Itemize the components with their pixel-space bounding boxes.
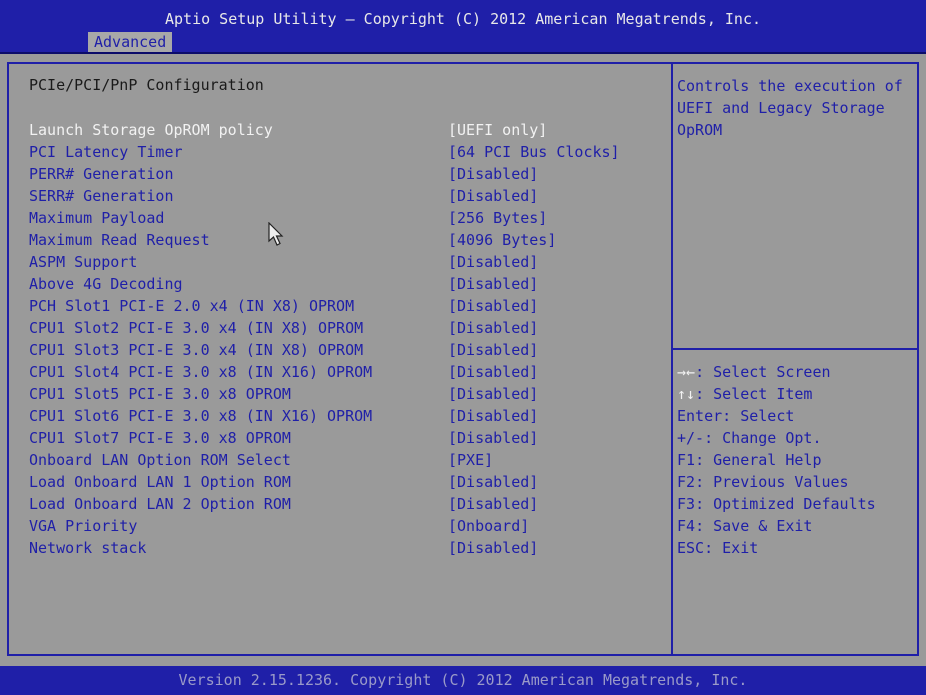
setting-label: CPU1 Slot5 PCI-E 3.0 x8 OPROM xyxy=(29,385,291,403)
setting-label: CPU1 Slot4 PCI-E 3.0 x8 (IN X16) OPROM xyxy=(29,363,373,381)
setting-cpu1-slot6-oprom[interactable]: CPU1 Slot6 PCI-E 3.0 x8 (IN X16) OPROM [… xyxy=(29,405,669,427)
help-text: Controls the execution of UEFI and Legac… xyxy=(677,77,903,139)
setting-label: VGA Priority xyxy=(29,517,138,535)
key-legend-item: +/-: Change Opt. xyxy=(677,427,876,449)
page-title: PCIe/PCI/PnP Configuration xyxy=(29,76,264,94)
key-name: ESC xyxy=(677,539,705,557)
key-description: : Previous Values xyxy=(695,473,849,491)
setting-label: Load Onboard LAN 2 Option ROM xyxy=(29,495,291,513)
key-description: : Save & Exit xyxy=(695,517,813,535)
setting-label: Maximum Read Request xyxy=(29,231,210,249)
setting-value[interactable]: [256 Bytes] xyxy=(448,207,547,229)
setting-value[interactable]: [Disabled] xyxy=(448,185,538,207)
setting-maximum-read-request[interactable]: Maximum Read Request [4096 Bytes] xyxy=(29,229,669,251)
setting-label: Launch Storage OpROM policy xyxy=(29,121,273,139)
arrows-up-down-icon: ↑↓ xyxy=(677,385,696,403)
setting-maximum-payload[interactable]: Maximum Payload [256 Bytes] xyxy=(29,207,669,229)
setting-load-onboard-lan2-option-rom[interactable]: Load Onboard LAN 2 Option ROM [Disabled] xyxy=(29,493,669,515)
setting-network-stack[interactable]: Network stack [Disabled] xyxy=(29,537,669,559)
setting-label: CPU1 Slot6 PCI-E 3.0 x8 (IN X16) OPROM xyxy=(29,407,373,425)
setting-value[interactable]: [Disabled] xyxy=(448,339,538,361)
setting-pch-slot1-oprom[interactable]: PCH Slot1 PCI-E 2.0 x4 (IN X8) OPROM [Di… xyxy=(29,295,669,317)
setting-label: PCH Slot1 PCI-E 2.0 x4 (IN X8) OPROM xyxy=(29,297,355,315)
setting-value[interactable]: [UEFI only] xyxy=(448,119,547,141)
setting-label: SERR# Generation xyxy=(29,187,174,205)
setting-cpu1-slot4-oprom[interactable]: CPU1 Slot4 PCI-E 3.0 x8 (IN X16) OPROM [… xyxy=(29,361,669,383)
setting-value[interactable]: [Disabled] xyxy=(448,383,538,405)
setting-value[interactable]: [Onboard] xyxy=(448,515,529,537)
key-name: F4 xyxy=(677,517,696,535)
key-description: : General Help xyxy=(695,451,822,469)
setting-load-onboard-lan1-option-rom[interactable]: Load Onboard LAN 1 Option ROM [Disabled] xyxy=(29,471,669,493)
setting-value[interactable]: [Disabled] xyxy=(448,427,538,449)
version-footer: Version 2.15.1236. Copyright (C) 2012 Am… xyxy=(0,666,926,695)
setting-aspm-support[interactable]: ASPM Support [Disabled] xyxy=(29,251,669,273)
key-description: : Optimized Defaults xyxy=(695,495,876,513)
setting-value[interactable]: [Disabled] xyxy=(448,471,538,493)
setting-value[interactable]: [Disabled] xyxy=(448,405,538,427)
key-description: : Exit xyxy=(704,539,759,557)
mouse-pointer-icon xyxy=(268,222,284,246)
setting-value[interactable]: [Disabled] xyxy=(448,295,538,317)
help-divider xyxy=(673,348,919,350)
setting-cpu1-slot7-oprom[interactable]: CPU1 Slot7 PCI-E 3.0 x8 OPROM [Disabled] xyxy=(29,427,669,449)
key-description: : Select xyxy=(722,407,795,425)
key-legend-item: ↑↓: Select Item xyxy=(677,383,876,405)
title-bar: Aptio Setup Utility – Copyright (C) 2012… xyxy=(0,0,926,54)
setting-pci-latency-timer[interactable]: PCI Latency Timer [64 PCI Bus Clocks] xyxy=(29,141,669,163)
setting-value[interactable]: [PXE] xyxy=(448,449,493,471)
tab-advanced[interactable]: Advanced xyxy=(88,32,173,52)
setting-value[interactable]: [Disabled] xyxy=(448,317,538,339)
setting-label: PERR# Generation xyxy=(29,165,174,183)
setting-onboard-lan-option-rom-select[interactable]: Onboard LAN Option ROM Select [PXE] xyxy=(29,449,669,471)
setting-serr-generation[interactable]: SERR# Generation [Disabled] xyxy=(29,185,669,207)
setting-value[interactable]: [Disabled] xyxy=(448,251,538,273)
setting-label: CPU1 Slot3 PCI-E 3.0 x4 (IN X8) OPROM xyxy=(29,341,364,359)
settings-list: Launch Storage OpROM policy [UEFI only] … xyxy=(29,119,669,559)
setting-label: Load Onboard LAN 1 Option ROM xyxy=(29,473,291,491)
key-name: F1 xyxy=(677,451,696,469)
key-description: : Select Item xyxy=(695,385,813,403)
setting-value[interactable]: [64 PCI Bus Clocks] xyxy=(448,141,620,163)
key-legend: →←: Select Screen ↑↓: Select Item Enter:… xyxy=(677,361,876,559)
setting-value[interactable]: [Disabled] xyxy=(448,361,538,383)
setting-value[interactable]: [Disabled] xyxy=(448,163,538,185)
key-name: F3 xyxy=(677,495,696,513)
setting-label: ASPM Support xyxy=(29,253,138,271)
key-name: F2 xyxy=(677,473,696,491)
setting-perr-generation[interactable]: PERR# Generation [Disabled] xyxy=(29,163,669,185)
setting-label: Network stack xyxy=(29,539,147,557)
setting-vga-priority[interactable]: VGA Priority [Onboard] xyxy=(29,515,669,537)
setting-value[interactable]: [Disabled] xyxy=(448,273,538,295)
setting-value[interactable]: [Disabled] xyxy=(448,537,538,559)
setting-label: Maximum Payload xyxy=(29,209,165,227)
panel-divider xyxy=(671,62,673,656)
setting-label: Onboard LAN Option ROM Select xyxy=(29,451,291,469)
key-description: : Change Opt. xyxy=(704,429,822,447)
setting-cpu1-slot5-oprom[interactable]: CPU1 Slot5 PCI-E 3.0 x8 OPROM [Disabled] xyxy=(29,383,669,405)
setting-label: CPU1 Slot2 PCI-E 3.0 x4 (IN X8) OPROM xyxy=(29,319,364,337)
key-name: +/- xyxy=(677,429,705,447)
key-name: Enter xyxy=(677,407,723,425)
setting-label: CPU1 Slot7 PCI-E 3.0 x8 OPROM xyxy=(29,429,291,447)
key-legend-item: ESC: Exit xyxy=(677,537,876,559)
key-description: : Select Screen xyxy=(695,363,831,381)
key-legend-item: F2: Previous Values xyxy=(677,471,876,493)
key-legend-item: F4: Save & Exit xyxy=(677,515,876,537)
key-legend-item: →←: Select Screen xyxy=(677,361,876,383)
setting-cpu1-slot3-oprom[interactable]: CPU1 Slot3 PCI-E 3.0 x4 (IN X8) OPROM [D… xyxy=(29,339,669,361)
key-legend-item: F1: General Help xyxy=(677,449,876,471)
key-legend-item: Enter: Select xyxy=(677,405,876,427)
arrows-left-right-icon: →← xyxy=(677,363,696,381)
setting-value[interactable]: [Disabled] xyxy=(448,493,538,515)
setting-label: Above 4G Decoding xyxy=(29,275,183,293)
setting-cpu1-slot2-oprom[interactable]: CPU1 Slot2 PCI-E 3.0 x4 (IN X8) OPROM [D… xyxy=(29,317,669,339)
setting-label: PCI Latency Timer xyxy=(29,143,183,161)
setting-value[interactable]: [4096 Bytes] xyxy=(448,229,556,251)
app-title: Aptio Setup Utility – Copyright (C) 2012… xyxy=(164,10,762,28)
setting-launch-storage-oprom-policy[interactable]: Launch Storage OpROM policy [UEFI only] xyxy=(29,119,669,141)
setting-above-4g-decoding[interactable]: Above 4G Decoding [Disabled] xyxy=(29,273,669,295)
key-legend-item: F3: Optimized Defaults xyxy=(677,493,876,515)
